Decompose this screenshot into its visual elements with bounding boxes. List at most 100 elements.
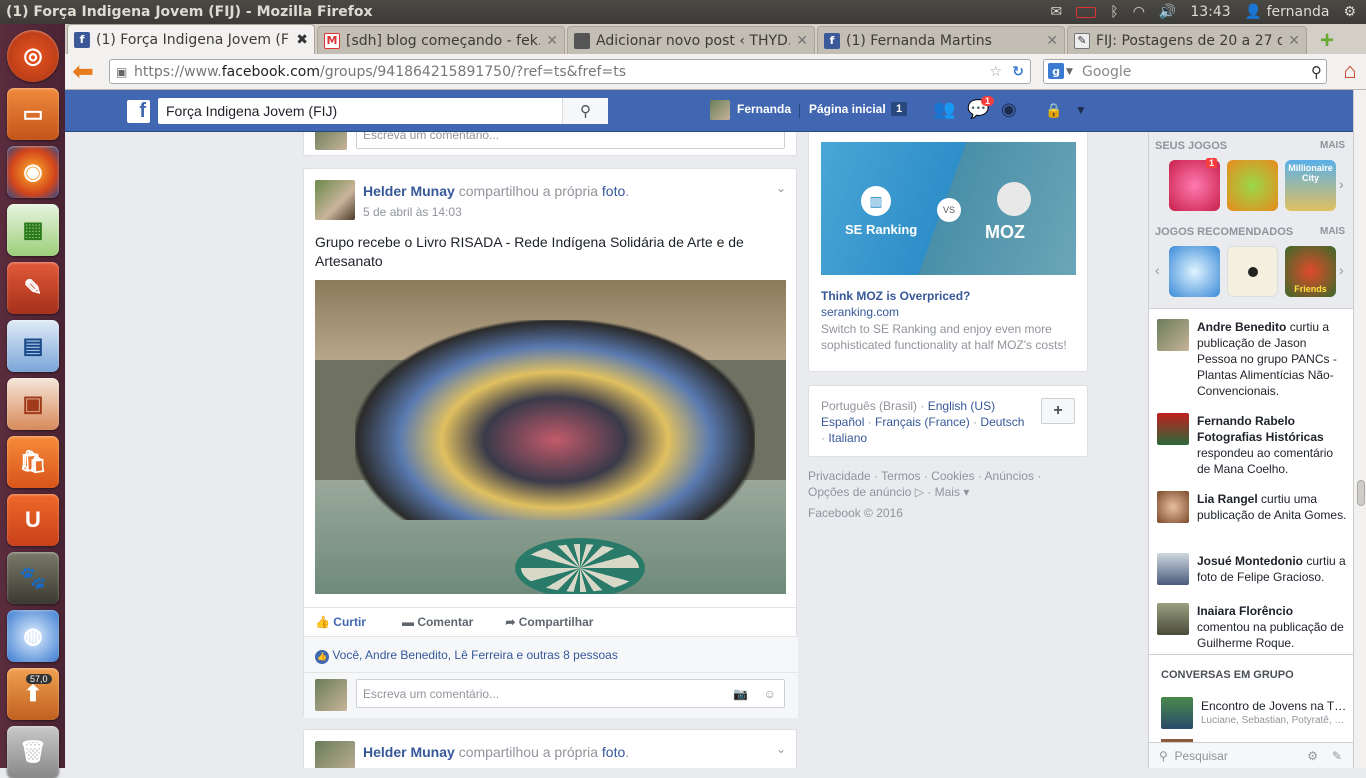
- tab-facebook-profile[interactable]: f (1) Fernanda Martins ✕: [817, 26, 1065, 54]
- post-options-chevron-icon[interactable]: ⌄: [776, 181, 786, 195]
- gear-icon[interactable]: ⚙: [1343, 4, 1356, 20]
- url-bar[interactable]: ▣ https://www. facebook.com/groups/941864…: [109, 59, 1031, 84]
- footer-link[interactable]: Anúncios: [985, 469, 1034, 483]
- chevron-right-icon[interactable]: ›: [1339, 262, 1344, 278]
- close-tab-icon[interactable]: ✕: [1288, 33, 1300, 49]
- angry-birds-friends-icon[interactable]: Friends: [1285, 246, 1336, 297]
- ticker-item[interactable]: Inaiara Florêncio comentou na publicação…: [1157, 603, 1347, 651]
- tab-gmail[interactable]: M [sdh] blog começando - fek… ✕: [317, 26, 565, 54]
- language-link[interactable]: Italiano: [828, 431, 867, 445]
- ticker-item[interactable]: Lia Rangel curtiu uma publicação de Anit…: [1157, 491, 1347, 523]
- chevron-left-icon[interactable]: ‹: [1155, 262, 1160, 278]
- home-icon[interactable]: ⌂: [1337, 58, 1363, 84]
- ubuntu-dash-icon[interactable]: ◎: [7, 30, 59, 82]
- chromium-icon[interactable]: ◍: [7, 610, 59, 662]
- settings-icon[interactable]: ✎: [7, 262, 59, 314]
- back-button[interactable]: ⬅: [69, 56, 97, 86]
- software-center-icon[interactable]: 🛍: [7, 436, 59, 488]
- footer-link[interactable]: Termos: [881, 469, 920, 483]
- trash-icon[interactable]: 🗑: [7, 726, 59, 778]
- google-icon[interactable]: g: [1048, 63, 1064, 79]
- ad-domain[interactable]: seranking.com: [821, 305, 899, 319]
- like-button[interactable]: 👍 Curtir: [315, 615, 366, 629]
- comment-input[interactable]: Escreva um comentário... 📷 ☺: [356, 679, 785, 708]
- zuma-icon[interactable]: [1227, 160, 1278, 211]
- ubuntu-one-icon[interactable]: U: [7, 494, 59, 546]
- scrollbar-thumb[interactable]: [1357, 480, 1365, 506]
- close-tab-icon[interactable]: ✕: [546, 33, 558, 49]
- camera-icon[interactable]: 📷: [733, 687, 748, 701]
- gear-icon[interactable]: ⚙: [1307, 749, 1318, 763]
- search-icon[interactable]: ⚲: [1311, 63, 1322, 81]
- add-language-button[interactable]: +: [1041, 398, 1075, 424]
- close-tab-icon[interactable]: ✕: [796, 33, 808, 49]
- clock-game-icon[interactable]: [1227, 246, 1278, 297]
- author-link[interactable]: Helder Munay: [363, 744, 455, 760]
- web-search-bar[interactable]: g ▼ Google ⚲: [1043, 59, 1327, 84]
- photo-link[interactable]: foto: [602, 183, 625, 199]
- language-link[interactable]: Français (France): [875, 415, 970, 429]
- calc-icon[interactable]: ▦: [7, 204, 59, 256]
- share-button[interactable]: ➦ Compartilhar: [505, 615, 593, 629]
- language-link[interactable]: Español: [821, 415, 864, 429]
- footer-link[interactable]: Opções de anúncio: [808, 485, 911, 499]
- reload-icon[interactable]: ↻: [1012, 64, 1024, 80]
- post-photo[interactable]: [315, 280, 786, 594]
- search-icon[interactable]: ⚲: [562, 98, 608, 124]
- footer-link[interactable]: Privacidade: [808, 469, 871, 483]
- gimp-icon[interactable]: 🐾: [7, 552, 59, 604]
- privacy-lock-icon[interactable]: 🔒: [1045, 102, 1062, 119]
- bookmark-star-icon[interactable]: ☆: [989, 64, 1002, 80]
- notifications-globe-icon[interactable]: ◉: [1001, 99, 1017, 120]
- chevron-right-icon[interactable]: ›: [1339, 176, 1344, 192]
- author-link[interactable]: Helder Munay: [363, 183, 455, 199]
- page-scrollbar[interactable]: [1353, 90, 1366, 768]
- tab-facebook-group[interactable]: f (1) Força Indigena Jovem (FIJ) ✖: [67, 24, 315, 54]
- impress-icon[interactable]: ▣: [7, 378, 59, 430]
- language-link[interactable]: Deutsch: [980, 415, 1024, 429]
- home-link[interactable]: Página inicial: [809, 102, 886, 116]
- files-icon[interactable]: ▭: [7, 88, 59, 140]
- firefox-icon[interactable]: ◉: [7, 146, 59, 198]
- mail-icon[interactable]: ✉: [1051, 4, 1063, 20]
- author-avatar[interactable]: [315, 741, 355, 768]
- facebook-search-input[interactable]: Força Indigena Jovem (FIJ) ⚲: [158, 98, 608, 124]
- footer-link[interactable]: Cookies: [931, 469, 974, 483]
- profile-link[interactable]: Fernanda: [737, 102, 791, 116]
- comment-input[interactable]: Escreva um comentário...: [356, 132, 785, 149]
- post-options-chevron-icon[interactable]: ⌄: [776, 742, 786, 756]
- author-avatar[interactable]: [315, 180, 355, 220]
- post-date[interactable]: 5 de abril às 14:03: [363, 205, 462, 219]
- chevron-down-icon[interactable]: ▼: [1066, 67, 1073, 77]
- recommended-more-link[interactable]: MAIS: [1320, 226, 1345, 237]
- wifi-icon[interactable]: ◠: [1133, 4, 1145, 20]
- friend-requests-icon[interactable]: 👥: [933, 99, 955, 120]
- group-chat-title[interactable]: Encontro de Jovens na T…: [1201, 699, 1346, 713]
- tab-fij-blog[interactable]: ✎ FIJ: Postagens de 20 a 27 de… ✕: [1067, 26, 1307, 54]
- bluetooth-icon[interactable]: ᛒ: [1110, 4, 1118, 20]
- volume-icon[interactable]: 🔊: [1159, 4, 1176, 20]
- photo-link[interactable]: foto: [602, 744, 625, 760]
- battery-icon[interactable]: [1076, 6, 1097, 18]
- millionaire-city-icon[interactable]: Millionaire City: [1285, 160, 1336, 211]
- writer-icon[interactable]: ▤: [7, 320, 59, 372]
- close-tab-icon[interactable]: ✕: [1046, 33, 1058, 49]
- account-chevron-icon[interactable]: ▼: [1075, 103, 1087, 117]
- user-avatar[interactable]: [710, 100, 730, 120]
- new-tab-button[interactable]: +: [1313, 27, 1341, 54]
- footer-link[interactable]: Mais: [935, 485, 960, 499]
- language-link[interactable]: English (US): [928, 399, 995, 413]
- chat-search-input[interactable]: ⚲ Pesquisar ⚙ ✎: [1149, 742, 1353, 768]
- games-more-link[interactable]: MAIS: [1320, 140, 1345, 151]
- likes-summary[interactable]: 👍 Você, Andre Benedito, Lê Ferreira e ou…: [315, 648, 618, 664]
- ticker-item[interactable]: Andre Benedito curtiu a publicação de Ja…: [1157, 319, 1347, 399]
- close-tab-icon[interactable]: ✖: [296, 32, 308, 48]
- frozen-game-icon[interactable]: [1169, 246, 1220, 297]
- facebook-logo[interactable]: f: [127, 100, 150, 123]
- ad-image[interactable]: ▥ SE Ranking VS MOZ: [821, 142, 1076, 275]
- ticker-item[interactable]: Fernando Rabelo Fotografias Históricas r…: [1157, 413, 1347, 477]
- comment-button[interactable]: ▬ Comentar: [402, 615, 473, 629]
- ticker-item[interactable]: Josué Montedonio curtiu a foto de Felipe…: [1157, 553, 1347, 585]
- emoji-icon[interactable]: ☺: [764, 687, 776, 701]
- clock[interactable]: 13:43: [1190, 4, 1230, 20]
